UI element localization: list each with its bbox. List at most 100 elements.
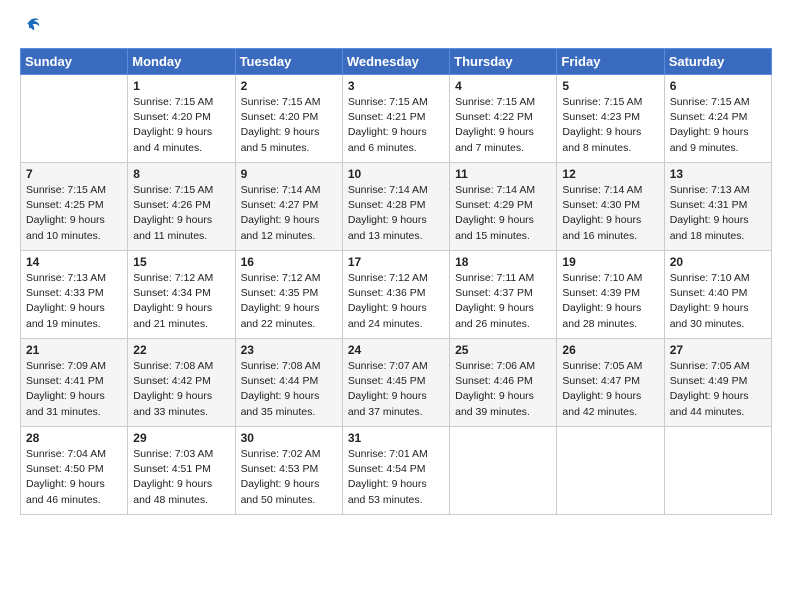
day-number: 7 xyxy=(26,167,122,181)
day-info: Sunrise: 7:15 AMSunset: 4:20 PMDaylight:… xyxy=(241,95,337,156)
calendar-cell: 7 Sunrise: 7:15 AMSunset: 4:25 PMDaylight… xyxy=(21,163,128,251)
day-number: 19 xyxy=(562,255,658,269)
calendar-week-3: 14 Sunrise: 7:13 AMSunset: 4:33 PMDayligh… xyxy=(21,251,772,339)
calendar-body: 1 Sunrise: 7:15 AMSunset: 4:20 PMDaylight… xyxy=(21,75,772,515)
day-info: Sunrise: 7:15 AMSunset: 4:20 PMDaylight:… xyxy=(133,95,229,156)
day-number: 26 xyxy=(562,343,658,357)
calendar-table: SundayMondayTuesdayWednesdayThursdayFrid… xyxy=(20,48,772,515)
day-info: Sunrise: 7:12 AMSunset: 4:34 PMDaylight:… xyxy=(133,271,229,332)
calendar-cell: 27 Sunrise: 7:05 AMSunset: 4:49 PMDayligh… xyxy=(664,339,771,427)
day-info: Sunrise: 7:15 AMSunset: 4:22 PMDaylight:… xyxy=(455,95,551,156)
calendar-week-4: 21 Sunrise: 7:09 AMSunset: 4:41 PMDayligh… xyxy=(21,339,772,427)
day-number: 22 xyxy=(133,343,229,357)
day-info: Sunrise: 7:14 AMSunset: 4:28 PMDaylight:… xyxy=(348,183,444,244)
calendar-cell: 11Sunrise: 7:14 AMSunset: 4:29 PMDayligh… xyxy=(450,163,557,251)
day-info: Sunrise: 7:13 AMSunset: 4:31 PMDaylight:… xyxy=(670,183,766,244)
calendar-cell: 3 Sunrise: 7:15 AMSunset: 4:21 PMDaylight… xyxy=(342,75,449,163)
calendar-cell: 1 Sunrise: 7:15 AMSunset: 4:20 PMDaylight… xyxy=(128,75,235,163)
calendar-cell: 17 Sunrise: 7:12 AMSunset: 4:36 PMDayligh… xyxy=(342,251,449,339)
day-info: Sunrise: 7:11 AMSunset: 4:37 PMDaylight:… xyxy=(455,271,551,332)
day-header-wednesday: Wednesday xyxy=(342,49,449,75)
calendar-cell: 4 Sunrise: 7:15 AMSunset: 4:22 PMDaylight… xyxy=(450,75,557,163)
day-info: Sunrise: 7:12 AMSunset: 4:36 PMDaylight:… xyxy=(348,271,444,332)
day-info: Sunrise: 7:14 AMSunset: 4:27 PMDaylight:… xyxy=(241,183,337,244)
day-number: 4 xyxy=(455,79,551,93)
day-info: Sunrise: 7:13 AMSunset: 4:33 PMDaylight:… xyxy=(26,271,122,332)
day-header-sunday: Sunday xyxy=(21,49,128,75)
logo-bird-icon xyxy=(20,16,42,38)
day-number: 28 xyxy=(26,431,122,445)
day-number: 31 xyxy=(348,431,444,445)
day-number: 16 xyxy=(241,255,337,269)
day-header-tuesday: Tuesday xyxy=(235,49,342,75)
day-number: 12 xyxy=(562,167,658,181)
day-number: 11 xyxy=(455,167,551,181)
day-info: Sunrise: 7:08 AMSunset: 4:44 PMDaylight:… xyxy=(241,359,337,420)
day-header-friday: Friday xyxy=(557,49,664,75)
day-number: 9 xyxy=(241,167,337,181)
day-number: 13 xyxy=(670,167,766,181)
calendar-cell: 12 Sunrise: 7:14 AMSunset: 4:30 PMDayligh… xyxy=(557,163,664,251)
calendar-cell: 25 Sunrise: 7:06 AMSunset: 4:46 PMDayligh… xyxy=(450,339,557,427)
day-number: 17 xyxy=(348,255,444,269)
day-number: 18 xyxy=(455,255,551,269)
day-number: 3 xyxy=(348,79,444,93)
day-number: 1 xyxy=(133,79,229,93)
calendar-cell: 10 Sunrise: 7:14 AMSunset: 4:28 PMDayligh… xyxy=(342,163,449,251)
day-info: Sunrise: 7:09 AMSunset: 4:41 PMDaylight:… xyxy=(26,359,122,420)
day-info: Sunrise: 7:15 AMSunset: 4:24 PMDaylight:… xyxy=(670,95,766,156)
page: SundayMondayTuesdayWednesdayThursdayFrid… xyxy=(0,0,792,525)
calendar-cell: 30Sunrise: 7:02 AMSunset: 4:53 PMDayligh… xyxy=(235,427,342,515)
calendar-cell: 20 Sunrise: 7:10 AMSunset: 4:40 PMDayligh… xyxy=(664,251,771,339)
day-number: 5 xyxy=(562,79,658,93)
day-info: Sunrise: 7:05 AMSunset: 4:49 PMDaylight:… xyxy=(670,359,766,420)
calendar-cell: 28 Sunrise: 7:04 AMSunset: 4:50 PMDayligh… xyxy=(21,427,128,515)
calendar-cell: 31 Sunrise: 7:01 AMSunset: 4:54 PMDayligh… xyxy=(342,427,449,515)
day-info: Sunrise: 7:10 AMSunset: 4:39 PMDaylight:… xyxy=(562,271,658,332)
day-info: Sunrise: 7:10 AMSunset: 4:40 PMDaylight:… xyxy=(670,271,766,332)
logo xyxy=(20,16,46,38)
day-header-thursday: Thursday xyxy=(450,49,557,75)
day-info: Sunrise: 7:07 AMSunset: 4:45 PMDaylight:… xyxy=(348,359,444,420)
day-number: 29 xyxy=(133,431,229,445)
day-number: 27 xyxy=(670,343,766,357)
day-info: Sunrise: 7:15 AMSunset: 4:23 PMDaylight:… xyxy=(562,95,658,156)
day-info: Sunrise: 7:15 AMSunset: 4:26 PMDaylight:… xyxy=(133,183,229,244)
day-number: 21 xyxy=(26,343,122,357)
day-number: 23 xyxy=(241,343,337,357)
day-info: Sunrise: 7:05 AMSunset: 4:47 PMDaylight:… xyxy=(562,359,658,420)
calendar-cell xyxy=(450,427,557,515)
calendar-cell: 18 Sunrise: 7:11 AMSunset: 4:37 PMDayligh… xyxy=(450,251,557,339)
day-info: Sunrise: 7:06 AMSunset: 4:46 PMDaylight:… xyxy=(455,359,551,420)
calendar-cell: 5 Sunrise: 7:15 AMSunset: 4:23 PMDaylight… xyxy=(557,75,664,163)
day-number: 20 xyxy=(670,255,766,269)
calendar-cell: 21 Sunrise: 7:09 AMSunset: 4:41 PMDayligh… xyxy=(21,339,128,427)
day-number: 25 xyxy=(455,343,551,357)
day-info: Sunrise: 7:15 AMSunset: 4:21 PMDaylight:… xyxy=(348,95,444,156)
day-header-monday: Monday xyxy=(128,49,235,75)
calendar-cell xyxy=(21,75,128,163)
day-number: 6 xyxy=(670,79,766,93)
day-number: 14 xyxy=(26,255,122,269)
calendar-cell: 14 Sunrise: 7:13 AMSunset: 4:33 PMDayligh… xyxy=(21,251,128,339)
day-info: Sunrise: 7:04 AMSunset: 4:50 PMDaylight:… xyxy=(26,447,122,508)
day-info: Sunrise: 7:01 AMSunset: 4:54 PMDaylight:… xyxy=(348,447,444,508)
day-of-week-row: SundayMondayTuesdayWednesdayThursdayFrid… xyxy=(21,49,772,75)
calendar-cell: 26 Sunrise: 7:05 AMSunset: 4:47 PMDayligh… xyxy=(557,339,664,427)
day-number: 8 xyxy=(133,167,229,181)
calendar-week-2: 7 Sunrise: 7:15 AMSunset: 4:25 PMDaylight… xyxy=(21,163,772,251)
calendar-cell: 24Sunrise: 7:07 AMSunset: 4:45 PMDayligh… xyxy=(342,339,449,427)
calendar-cell: 15 Sunrise: 7:12 AMSunset: 4:34 PMDayligh… xyxy=(128,251,235,339)
calendar-cell: 8 Sunrise: 7:15 AMSunset: 4:26 PMDaylight… xyxy=(128,163,235,251)
day-info: Sunrise: 7:14 AMSunset: 4:30 PMDaylight:… xyxy=(562,183,658,244)
calendar-cell: 16 Sunrise: 7:12 AMSunset: 4:35 PMDayligh… xyxy=(235,251,342,339)
day-number: 15 xyxy=(133,255,229,269)
day-info: Sunrise: 7:12 AMSunset: 4:35 PMDaylight:… xyxy=(241,271,337,332)
calendar-week-1: 1 Sunrise: 7:15 AMSunset: 4:20 PMDaylight… xyxy=(21,75,772,163)
calendar-cell xyxy=(664,427,771,515)
day-number: 10 xyxy=(348,167,444,181)
calendar-cell: 22Sunrise: 7:08 AMSunset: 4:42 PMDayligh… xyxy=(128,339,235,427)
day-info: Sunrise: 7:03 AMSunset: 4:51 PMDaylight:… xyxy=(133,447,229,508)
day-number: 2 xyxy=(241,79,337,93)
day-info: Sunrise: 7:15 AMSunset: 4:25 PMDaylight:… xyxy=(26,183,122,244)
